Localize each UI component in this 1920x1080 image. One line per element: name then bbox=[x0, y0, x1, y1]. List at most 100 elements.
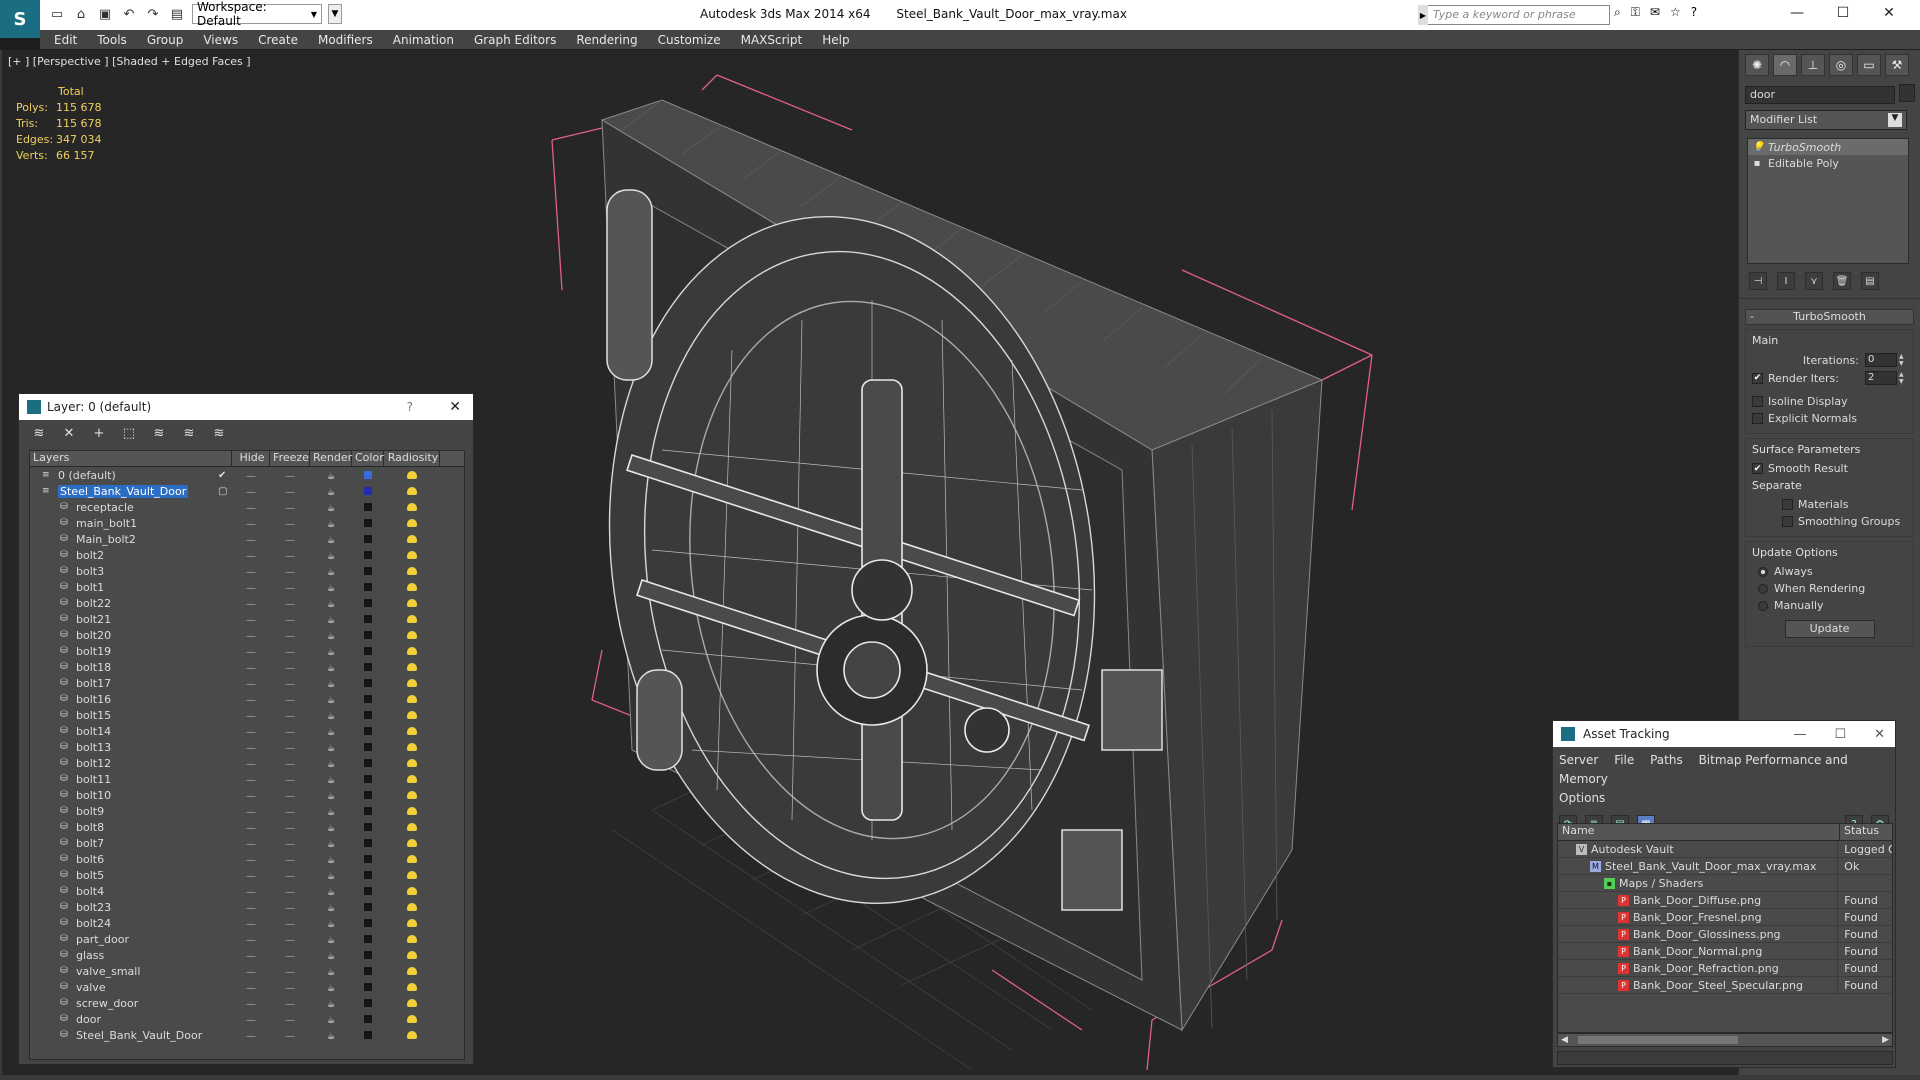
color-swatch[interactable] bbox=[364, 790, 372, 799]
render-teapot-icon[interactable]: ☕ bbox=[327, 648, 335, 658]
asset-row[interactable]: ▪ Maps / Shaders bbox=[1558, 874, 1892, 892]
radiosity-bulb-icon[interactable] bbox=[407, 646, 417, 655]
delete-layer-icon[interactable]: ✕ bbox=[61, 425, 77, 441]
render-teapot-icon[interactable]: ☕ bbox=[327, 904, 335, 914]
col-hide[interactable]: Hide bbox=[232, 451, 270, 466]
object-row[interactable]: ⛁ part_door — — ☕ bbox=[30, 931, 464, 947]
freeze-toggle[interactable]: — bbox=[285, 647, 295, 658]
object-row[interactable]: ⛁ bolt14 — — ☕ bbox=[30, 723, 464, 739]
hide-toggle[interactable]: — bbox=[246, 967, 256, 978]
radiosity-bulb-icon[interactable] bbox=[407, 838, 417, 847]
when-rendering-radio[interactable] bbox=[1758, 583, 1768, 594]
app-logo-icon[interactable]: S bbox=[0, 0, 40, 38]
radiosity-bulb-icon[interactable] bbox=[407, 998, 417, 1007]
object-row[interactable]: ⛁ bolt17 — — ☕ bbox=[30, 675, 464, 691]
menu-customize[interactable]: Customize bbox=[658, 33, 721, 47]
color-swatch[interactable] bbox=[364, 726, 372, 735]
radiosity-bulb-icon[interactable] bbox=[407, 918, 417, 927]
color-swatch[interactable] bbox=[364, 934, 372, 943]
update-button[interactable]: Update bbox=[1784, 620, 1875, 638]
manually-radio[interactable] bbox=[1758, 600, 1768, 611]
freeze-toggle[interactable]: — bbox=[285, 679, 295, 690]
render-teapot-icon[interactable]: ☕ bbox=[327, 856, 335, 866]
object-row[interactable]: ⛁ bolt12 — — ☕ bbox=[30, 755, 464, 771]
object-row[interactable]: ⛁ bolt16 — — ☕ bbox=[30, 691, 464, 707]
object-row[interactable]: ⛁ bolt23 — — ☕ bbox=[30, 899, 464, 915]
hide-toggle[interactable]: — bbox=[246, 551, 256, 562]
freeze-toggle[interactable]: — bbox=[285, 983, 295, 994]
object-row[interactable]: ⛁ bolt4 — — ☕ bbox=[30, 883, 464, 899]
hide-toggle[interactable]: — bbox=[246, 919, 256, 930]
object-row[interactable]: ⛁ bolt20 — — ☕ bbox=[30, 627, 464, 643]
color-swatch[interactable] bbox=[364, 854, 372, 863]
freeze-toggle[interactable]: — bbox=[285, 727, 295, 738]
layer-row[interactable]: ≡ Steel_Bank_Vault_Door ▢ — — ☕ bbox=[30, 483, 464, 499]
render-teapot-icon[interactable]: ☕ bbox=[327, 552, 335, 562]
color-swatch[interactable] bbox=[364, 710, 372, 719]
hide-toggle[interactable]: — bbox=[246, 519, 256, 530]
radiosity-bulb-icon[interactable] bbox=[407, 1030, 417, 1039]
object-row[interactable]: ⛁ bolt11 — — ☕ bbox=[30, 771, 464, 787]
radiosity-bulb-icon[interactable] bbox=[407, 774, 417, 783]
radiosity-bulb-icon[interactable] bbox=[407, 534, 417, 543]
freeze-toggle[interactable]: — bbox=[285, 807, 295, 818]
render-teapot-icon[interactable]: ☕ bbox=[327, 920, 335, 930]
expand-plus-icon[interactable]: ▪ bbox=[1752, 158, 1762, 169]
asset-menu-file[interactable]: File bbox=[1614, 753, 1634, 767]
create-layer-icon[interactable]: ≋ bbox=[31, 425, 47, 441]
minimize-icon[interactable]: — bbox=[1793, 727, 1806, 742]
workspace-dropdown-icon[interactable]: ▼ bbox=[328, 4, 342, 24]
redo-icon[interactable]: ↷ bbox=[144, 5, 162, 23]
freeze-toggle[interactable]: — bbox=[285, 951, 295, 962]
hide-toggle[interactable]: — bbox=[246, 1031, 256, 1042]
freeze-toggle[interactable]: — bbox=[285, 823, 295, 834]
freeze-toggle[interactable]: — bbox=[285, 759, 295, 770]
color-swatch[interactable] bbox=[364, 806, 372, 815]
col-freeze[interactable]: Freeze bbox=[270, 451, 310, 466]
object-row[interactable]: ⛁ valve — — ☕ bbox=[30, 979, 464, 995]
menu-group[interactable]: Group bbox=[147, 33, 184, 47]
freeze-toggle[interactable]: — bbox=[285, 855, 295, 866]
menu-create[interactable]: Create bbox=[258, 33, 298, 47]
scroll-left-icon[interactable]: ◀ bbox=[1561, 1035, 1568, 1045]
scroll-thumb[interactable] bbox=[1578, 1036, 1738, 1044]
menu-help[interactable]: Help bbox=[822, 33, 849, 47]
object-row[interactable]: ⛁ Main_bolt2 — — ☕ bbox=[30, 531, 464, 547]
freeze-toggle[interactable]: — bbox=[285, 631, 295, 642]
checkmark-icon[interactable]: ✔ bbox=[218, 470, 228, 481]
freeze-toggle[interactable]: — bbox=[285, 743, 295, 754]
render-iters-checkbox[interactable]: ✔ bbox=[1752, 372, 1763, 384]
render-iters-spinner[interactable]: 2 bbox=[1865, 371, 1897, 385]
radiosity-bulb-icon[interactable] bbox=[407, 806, 417, 815]
lightbulb-icon[interactable]: 💡 bbox=[1752, 142, 1764, 153]
radiosity-bulb-icon[interactable] bbox=[407, 630, 417, 639]
help-icon[interactable]: ? bbox=[1691, 5, 1697, 20]
asset-menu-bitmap[interactable]: Bitmap Performance and Memory bbox=[1559, 753, 1848, 786]
stack-item-editable-poly[interactable]: ▪ Editable Poly bbox=[1748, 155, 1908, 171]
freeze-toggle[interactable]: — bbox=[285, 919, 295, 930]
menu-maxscript[interactable]: MAXScript bbox=[741, 33, 803, 47]
menu-tools[interactable]: Tools bbox=[97, 33, 127, 47]
hide-toggle[interactable]: — bbox=[246, 503, 256, 514]
render-teapot-icon[interactable]: ☕ bbox=[327, 584, 335, 594]
select-objects-icon[interactable]: ⬚ bbox=[121, 425, 137, 441]
menu-edit[interactable]: Edit bbox=[54, 33, 77, 47]
iterations-spinner[interactable]: 0 bbox=[1865, 353, 1897, 367]
close-icon[interactable]: ✕ bbox=[1874, 727, 1885, 742]
hide-toggle[interactable]: — bbox=[246, 615, 256, 626]
color-swatch[interactable] bbox=[364, 566, 372, 575]
color-swatch[interactable] bbox=[364, 502, 372, 511]
radiosity-bulb-icon[interactable] bbox=[407, 582, 417, 591]
freeze-toggle[interactable]: — bbox=[285, 903, 295, 914]
menu-graph-editors[interactable]: Graph Editors bbox=[474, 33, 556, 47]
color-swatch[interactable] bbox=[364, 998, 372, 1007]
col-color[interactable]: Color bbox=[352, 451, 384, 466]
hide-toggle[interactable]: — bbox=[246, 471, 256, 482]
freeze-toggle[interactable]: — bbox=[285, 663, 295, 674]
radiosity-bulb-icon[interactable] bbox=[407, 870, 417, 879]
search-expand-icon[interactable]: ▶ bbox=[1418, 5, 1428, 25]
menu-modifiers[interactable]: Modifiers bbox=[318, 33, 373, 47]
radiosity-bulb-icon[interactable] bbox=[407, 790, 417, 799]
scroll-right-icon[interactable]: ▶ bbox=[1882, 1035, 1889, 1045]
save-file-icon[interactable]: ▣ bbox=[96, 5, 114, 23]
